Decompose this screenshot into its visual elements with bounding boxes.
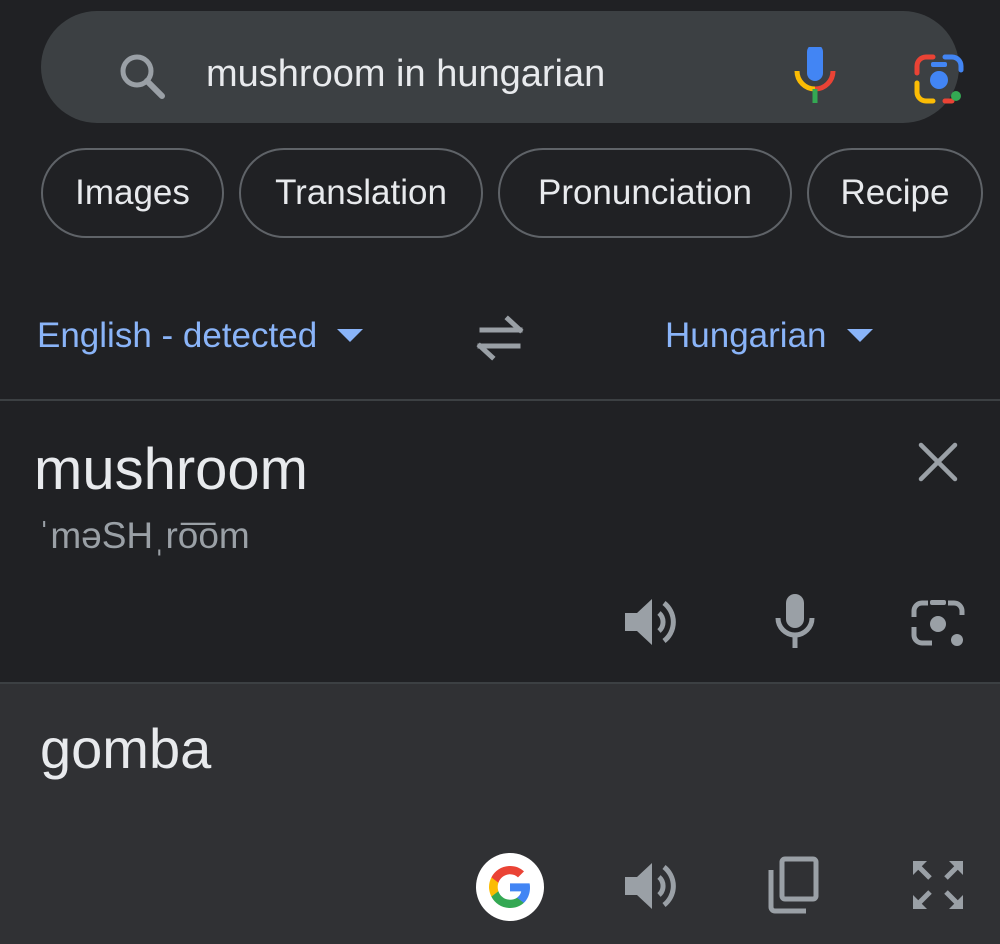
chip-images[interactable]: Images: [41, 148, 224, 238]
phonetic-spelling: ˈməSHˌro͞om: [38, 515, 250, 556]
google-icon[interactable]: [476, 853, 544, 921]
search-bar[interactable]: mushroom in hungarian: [41, 11, 964, 123]
mic-icon[interactable]: [773, 592, 817, 650]
source-language-label: English - detected: [37, 316, 318, 355]
translation-result-panel: gomba: [0, 682, 1000, 944]
target-language-select[interactable]: Hungarian: [665, 316, 873, 356]
source-text-input[interactable]: mushroom: [34, 436, 308, 503]
chip-label: Translation: [275, 173, 447, 212]
translate-page: mushroom in hungarian Images Translation…: [0, 0, 1000, 944]
camera-icon[interactable]: [910, 597, 966, 649]
target-language-label: Hungarian: [665, 316, 827, 355]
chip-recipe[interactable]: Recipe: [807, 148, 983, 238]
search-icon[interactable]: [117, 51, 167, 101]
chevron-down-icon: [337, 329, 364, 343]
swap-icon[interactable]: [472, 314, 528, 362]
close-icon[interactable]: [916, 440, 960, 484]
chip-label: Images: [75, 173, 190, 212]
lens-icon[interactable]: [913, 53, 965, 105]
expand-icon[interactable]: [910, 858, 966, 912]
chip-label: Pronunciation: [537, 173, 753, 212]
search-chips: Images Translation Pronunciation Recipe: [41, 148, 1000, 240]
search-query[interactable]: mushroom in hungarian: [206, 53, 605, 96]
divider: [0, 399, 1000, 401]
translated-text: gomba: [40, 717, 212, 780]
chip-label: Recipe: [840, 173, 950, 212]
speaker-icon[interactable]: [622, 596, 680, 648]
speaker-icon[interactable]: [622, 860, 680, 912]
chip-translation[interactable]: Translation: [239, 148, 483, 238]
language-row: English - detected Hungarian: [0, 300, 1000, 380]
chip-pronunciation[interactable]: Pronunciation: [498, 148, 792, 238]
source-language-select[interactable]: English - detected: [37, 316, 364, 356]
mic-icon[interactable]: [793, 47, 837, 105]
copy-icon[interactable]: [766, 856, 820, 914]
chevron-down-icon: [846, 329, 873, 343]
